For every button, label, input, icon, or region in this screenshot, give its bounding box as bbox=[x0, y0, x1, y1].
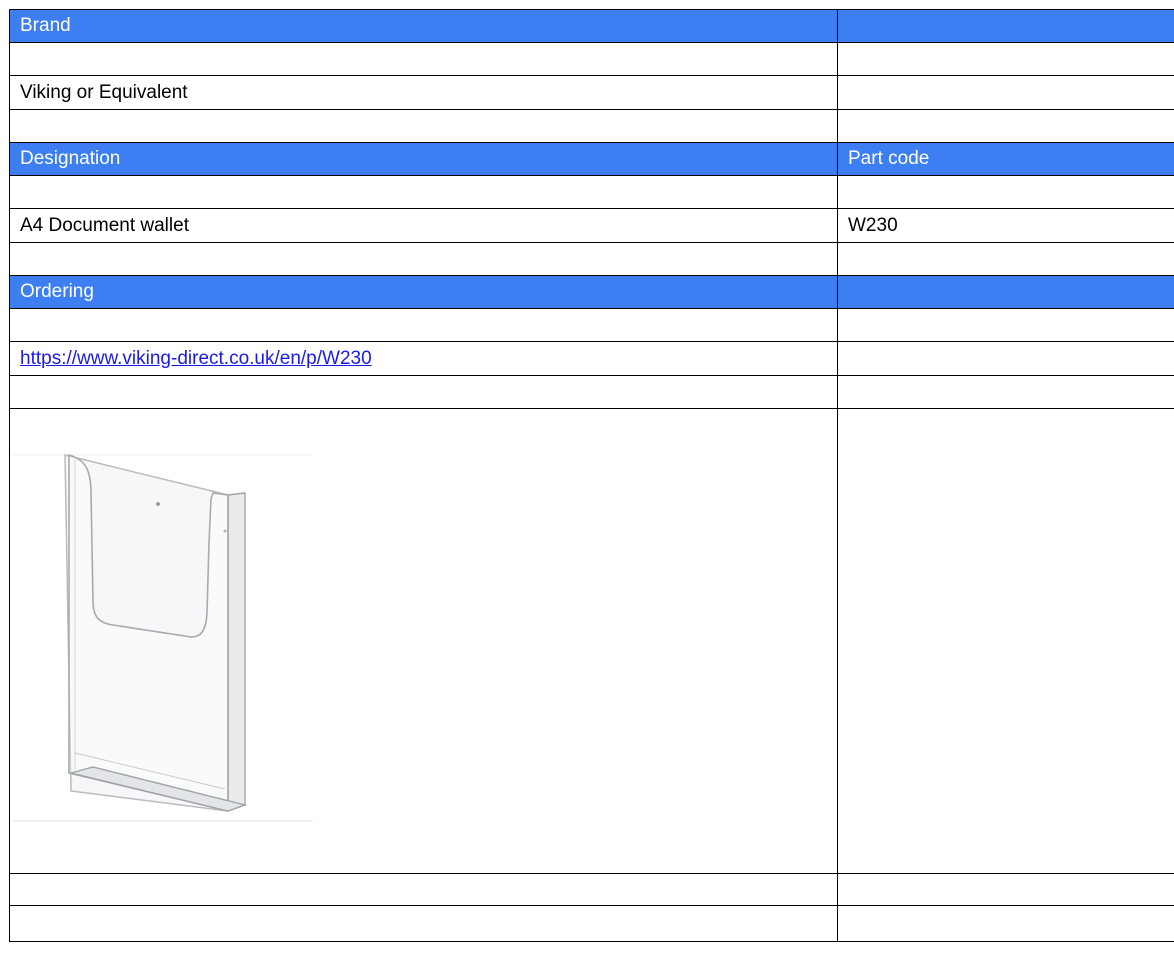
spacer-row bbox=[9, 873, 1174, 906]
spacer-row bbox=[9, 905, 1174, 942]
ordering-header-row: Ordering bbox=[9, 275, 1174, 309]
spacer-row bbox=[9, 242, 1174, 276]
document-wallet-image bbox=[13, 453, 323, 873]
ordering-link[interactable]: https://www.viking-direct.co.uk/en/p/W23… bbox=[20, 348, 372, 369]
brand-header: Brand bbox=[9, 9, 838, 43]
ordering-header: Ordering bbox=[9, 275, 838, 309]
spacer-row bbox=[9, 175, 1174, 209]
part-code-header: Part code bbox=[837, 142, 1174, 176]
document-wallet-icon bbox=[13, 453, 313, 822]
ordering-link-row: https://www.viking-direct.co.uk/en/p/W23… bbox=[9, 341, 1174, 376]
designation-value: A4 Document wallet bbox=[9, 208, 838, 243]
brand-value: Viking or Equivalent bbox=[9, 75, 838, 110]
spec-table: Brand Viking or Equivalent Designation P… bbox=[9, 9, 1174, 942]
spacer-row bbox=[9, 109, 1174, 143]
brand-header-empty bbox=[837, 9, 1174, 43]
image-row bbox=[9, 408, 1174, 874]
designation-header: Designation bbox=[9, 142, 838, 176]
brand-header-row: Brand bbox=[9, 9, 1174, 43]
designation-header-row: Designation Part code bbox=[9, 142, 1174, 176]
brand-value-row: Viking or Equivalent bbox=[9, 75, 1174, 110]
designation-value-row: A4 Document wallet W230 bbox=[9, 208, 1174, 243]
part-code-value: W230 bbox=[837, 208, 1174, 243]
spacer-row bbox=[9, 308, 1174, 342]
spacer-row bbox=[9, 42, 1174, 76]
spacer-row bbox=[9, 375, 1174, 409]
